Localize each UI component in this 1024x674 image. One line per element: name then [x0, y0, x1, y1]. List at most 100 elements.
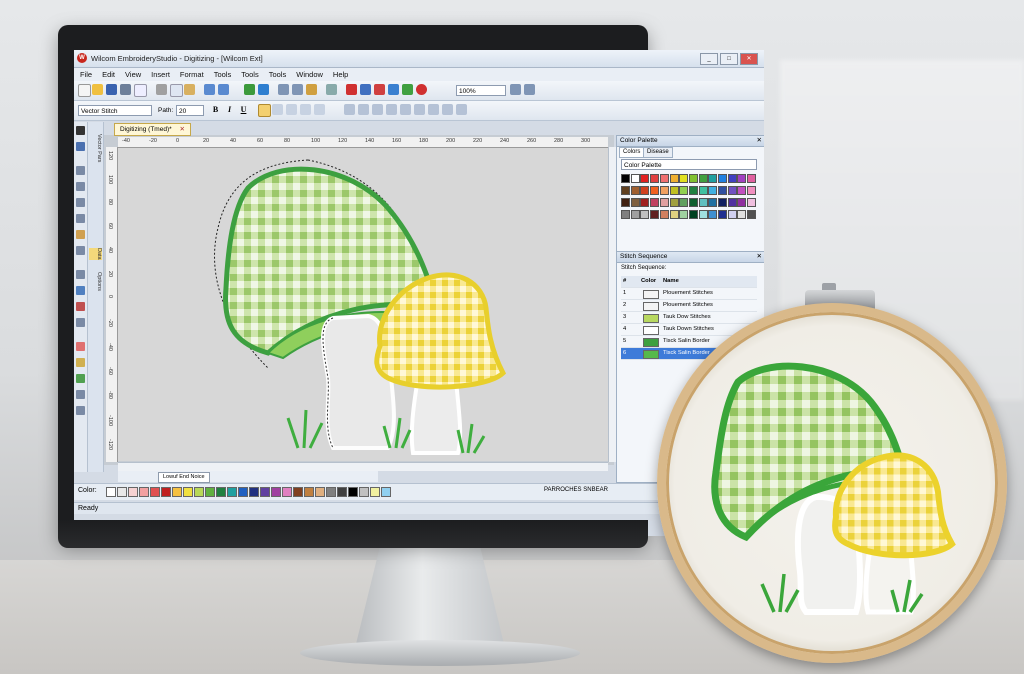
zoom-select[interactable]: 100%	[456, 85, 506, 96]
reshape-icon[interactable]	[344, 104, 355, 115]
palette-swatch[interactable]	[630, 198, 640, 207]
underline-button[interactable]: U	[238, 104, 249, 116]
applique-tool-icon[interactable]	[76, 342, 85, 351]
palette-swatch[interactable]	[640, 198, 650, 207]
menu-tools-2[interactable]: Tools	[241, 68, 259, 81]
rotate-icon[interactable]	[386, 104, 397, 115]
minimize-button[interactable]: _	[700, 53, 718, 65]
save-icon[interactable]	[106, 84, 117, 95]
zoom-box-icon[interactable]	[306, 84, 317, 95]
palette-swatch[interactable]	[737, 210, 747, 219]
tab-disease[interactable]: Disease	[643, 147, 673, 158]
lock-icon[interactable]	[442, 104, 453, 115]
group-icon[interactable]	[414, 104, 425, 115]
line-tool-icon[interactable]	[76, 182, 85, 191]
palette-swatch[interactable]	[621, 186, 630, 195]
palette-swatch[interactable]	[737, 174, 747, 183]
path-value-select[interactable]: 20	[176, 105, 204, 116]
palette-swatch[interactable]	[747, 174, 757, 183]
tab-colors[interactable]: Colors	[619, 147, 645, 158]
thread-color-swatch[interactable]	[326, 487, 336, 497]
undo-icon[interactable]	[204, 84, 215, 95]
menu-tools-3[interactable]: Tools	[269, 68, 287, 81]
palette-swatch[interactable]	[669, 174, 679, 183]
stitch-player-icon[interactable]	[244, 84, 255, 95]
palette-swatch[interactable]	[698, 198, 708, 207]
palette-swatch[interactable]	[650, 186, 660, 195]
run-tool-icon[interactable]	[76, 286, 85, 295]
stitch-type-select[interactable]: Vector Stitch	[78, 105, 152, 116]
menu-edit[interactable]: Edit	[102, 68, 115, 81]
palette-swatch[interactable]	[688, 174, 698, 183]
thread-color-swatch[interactable]	[381, 487, 391, 497]
new-file-icon[interactable]	[78, 84, 91, 97]
palette-swatch[interactable]	[718, 186, 727, 195]
thread-color-swatch[interactable]	[227, 487, 237, 497]
thread-color-swatch[interactable]	[260, 487, 270, 497]
design-canvas[interactable]	[118, 148, 608, 461]
italic-button[interactable]: I	[224, 104, 235, 116]
redo-icon[interactable]	[218, 84, 229, 95]
palette-swatch[interactable]	[688, 210, 698, 219]
palette-swatch[interactable]	[708, 186, 718, 195]
palette-swatch[interactable]	[679, 210, 689, 219]
print-icon[interactable]	[120, 84, 131, 95]
thread-color-swatch[interactable]	[238, 487, 248, 497]
circle-tool-icon[interactable]	[76, 214, 85, 223]
arrange-icon[interactable]	[400, 104, 411, 115]
palette-swatch[interactable]	[698, 210, 708, 219]
document-tab[interactable]: Digitizing (Tmed)* ✕	[114, 123, 191, 136]
palette-swatch[interactable]	[640, 210, 650, 219]
sheet-tab[interactable]: Lowuf End Noice	[158, 472, 210, 483]
palette-swatch[interactable]	[727, 198, 737, 207]
palette-swatch[interactable]	[621, 210, 630, 219]
zoom-dropdown-icon[interactable]	[524, 84, 535, 95]
thread-color-swatch[interactable]	[161, 487, 171, 497]
freehand-icon[interactable]	[76, 166, 85, 175]
justify-icon[interactable]	[300, 104, 311, 115]
thread-color-swatch[interactable]	[315, 487, 325, 497]
zoom-in-icon[interactable]	[278, 84, 289, 95]
show-stitches-icon[interactable]	[374, 84, 385, 95]
thread-color-swatch[interactable]	[271, 487, 281, 497]
palette-swatch[interactable]	[727, 174, 737, 183]
paste-icon[interactable]	[184, 84, 195, 95]
artistic-view-icon[interactable]	[402, 84, 413, 95]
palette-swatch[interactable]	[621, 174, 630, 183]
palette-swatch[interactable]	[659, 174, 669, 183]
justify-full-icon[interactable]	[314, 104, 325, 115]
sequence-row[interactable]: 2 Plouement Stitches	[621, 300, 757, 312]
palette-swatch[interactable]	[708, 210, 718, 219]
thread-color-swatch[interactable]	[117, 487, 127, 497]
thread-color-swatch[interactable]	[150, 487, 160, 497]
show-objects-icon[interactable]	[388, 84, 399, 95]
palette-swatch[interactable]	[688, 198, 698, 207]
palette-swatch[interactable]	[718, 198, 727, 207]
travel-icon[interactable]	[258, 84, 269, 95]
palette-swatch[interactable]	[747, 210, 757, 219]
palette-swatch[interactable]	[679, 186, 689, 195]
align-right-icon[interactable]	[286, 104, 297, 115]
copy-icon[interactable]	[170, 84, 183, 97]
panel-close-icon[interactable]: ✕	[757, 252, 762, 262]
palette-swatch[interactable]	[698, 186, 708, 195]
open-folder-icon[interactable]	[92, 84, 103, 95]
palette-swatch[interactable]	[718, 210, 727, 219]
fill-tool-icon[interactable]	[76, 230, 85, 239]
palette-swatch[interactable]	[630, 174, 640, 183]
palette-swatch[interactable]	[669, 198, 679, 207]
palette-swatch[interactable]	[718, 174, 727, 183]
thread-color-swatch[interactable]	[337, 487, 347, 497]
panel-close-icon[interactable]: ✕	[757, 136, 762, 146]
satin-tool-icon[interactable]	[76, 246, 85, 255]
print-preview-icon[interactable]	[134, 84, 147, 97]
pen-tool-icon[interactable]	[76, 302, 85, 311]
palette-swatch[interactable]	[659, 186, 669, 195]
thread-color-swatch[interactable]	[370, 487, 380, 497]
select-arrow-icon[interactable]	[76, 126, 85, 135]
palette-swatch[interactable]	[669, 210, 679, 219]
transform-icon[interactable]	[358, 104, 369, 115]
align-left-icon[interactable]	[258, 104, 271, 117]
menu-insert[interactable]: Insert	[151, 68, 170, 81]
thread-color-swatch[interactable]	[348, 487, 358, 497]
